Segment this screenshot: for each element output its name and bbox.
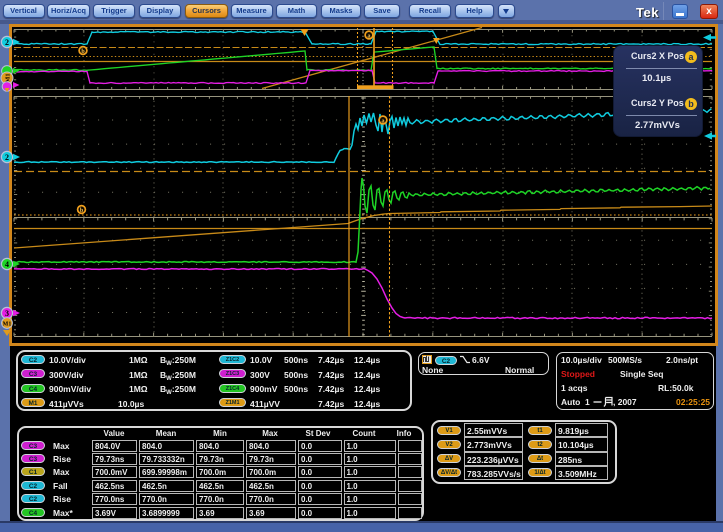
- svg-text:a: a: [382, 118, 385, 124]
- svg-text:2: 2: [5, 153, 9, 162]
- svg-text:2: 2: [5, 38, 9, 47]
- svg-text:M1: M1: [3, 322, 12, 328]
- svg-text:4: 4: [5, 260, 9, 269]
- svg-text:3: 3: [5, 309, 9, 318]
- svg-text:a: a: [368, 33, 371, 39]
- svg-text:M1: M1: [5, 73, 12, 82]
